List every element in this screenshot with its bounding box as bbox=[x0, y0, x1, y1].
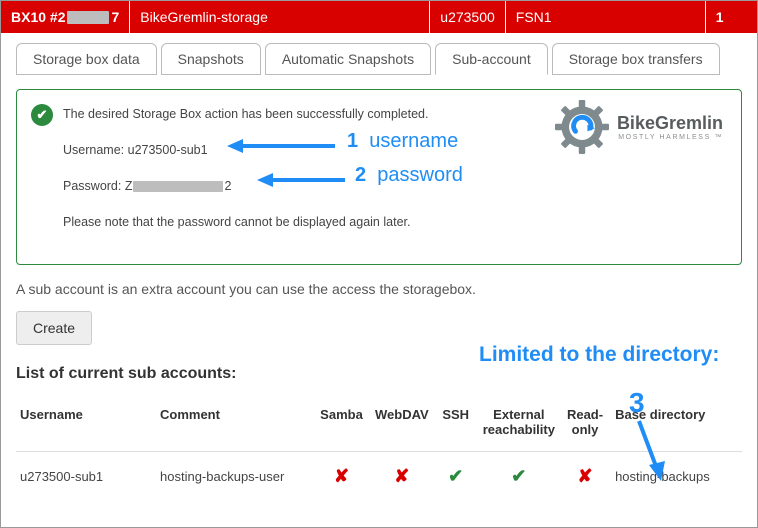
table-row[interactable]: u273500-sub1 hosting-backups-user ✘ ✘ ✔ … bbox=[16, 452, 742, 494]
cross-icon: ✘ bbox=[577, 466, 592, 486]
password-line: Password: Z 2 bbox=[63, 176, 723, 196]
col-base-directory: Base directory bbox=[611, 401, 742, 452]
success-message-box: ✔ The desired Storage Box action has bee… bbox=[16, 89, 742, 265]
col-comment: Comment bbox=[156, 401, 316, 452]
storage-name-cell[interactable]: BikeGremlin-storage bbox=[130, 1, 430, 33]
logo-slogan: MOSTLY HARMLESS ™ bbox=[617, 134, 723, 141]
cell-comment: hosting-backups-user bbox=[156, 452, 316, 494]
trailing-num: 1 bbox=[716, 9, 724, 25]
tab-snapshots[interactable]: Snapshots bbox=[161, 43, 261, 75]
product-id: BX10 #2 bbox=[11, 9, 65, 25]
cell-base-directory: hosting-backups bbox=[611, 452, 742, 494]
table-header-row: Username Comment Samba WebDAV SSH Extern… bbox=[16, 401, 742, 452]
create-button[interactable]: Create bbox=[16, 311, 92, 345]
product-id-suffix: 7 bbox=[111, 9, 119, 25]
cross-icon: ✘ bbox=[334, 466, 349, 486]
top-bar: BX10 #2 7 BikeGremlin-storage u273500 FS… bbox=[1, 1, 757, 33]
user-cell: u273500 bbox=[430, 1, 506, 33]
username-label: Username: bbox=[63, 143, 124, 157]
tab-storage-box-transfers[interactable]: Storage box transfers bbox=[552, 43, 720, 75]
datacenter: FSN1 bbox=[516, 9, 552, 25]
password-label: Password: bbox=[63, 179, 121, 193]
tab-storage-box-data[interactable]: Storage box data bbox=[16, 43, 157, 75]
col-external-reachability: External reachability bbox=[479, 401, 563, 452]
datacenter-cell: FSN1 bbox=[506, 1, 706, 33]
password-note: Please note that the password cannot be … bbox=[63, 212, 723, 232]
bikegremlin-logo: BikeGremlin MOSTLY HARMLESS ™ bbox=[555, 100, 723, 154]
user-id: u273500 bbox=[440, 9, 495, 25]
trailing-cell: 1 bbox=[706, 1, 730, 33]
subaccounts-list-title: List of current sub accounts: bbox=[16, 365, 742, 383]
col-samba: Samba bbox=[316, 401, 371, 452]
tabs-bar: Storage box data Snapshots Automatic Sna… bbox=[16, 43, 742, 75]
tab-sub-account[interactable]: Sub-account bbox=[435, 43, 548, 75]
password-prefix: Z bbox=[125, 179, 133, 193]
col-read-only: Read-only bbox=[563, 401, 611, 452]
redacted bbox=[67, 11, 109, 24]
logo-brand: BikeGremlin bbox=[617, 113, 723, 134]
check-icon: ✔ bbox=[511, 466, 526, 486]
subaccounts-table: Username Comment Samba WebDAV SSH Extern… bbox=[16, 401, 742, 493]
storage-name: BikeGremlin-storage bbox=[140, 9, 268, 25]
tab-automatic-snapshots[interactable]: Automatic Snapshots bbox=[265, 43, 431, 75]
password-suffix: 2 bbox=[224, 179, 231, 193]
redacted bbox=[133, 181, 223, 192]
col-webdav: WebDAV bbox=[371, 401, 437, 452]
col-ssh: SSH bbox=[437, 401, 479, 452]
product-cell: BX10 #2 7 bbox=[1, 1, 130, 33]
username-value: u273500-sub1 bbox=[128, 143, 208, 157]
cell-username: u273500-sub1 bbox=[16, 452, 156, 494]
success-check-icon: ✔ bbox=[31, 104, 53, 126]
subaccount-description: A sub account is an extra account you ca… bbox=[16, 281, 742, 297]
gear-icon bbox=[555, 100, 609, 154]
cross-icon: ✘ bbox=[394, 466, 409, 486]
col-username: Username bbox=[16, 401, 156, 452]
check-icon: ✔ bbox=[448, 466, 463, 486]
